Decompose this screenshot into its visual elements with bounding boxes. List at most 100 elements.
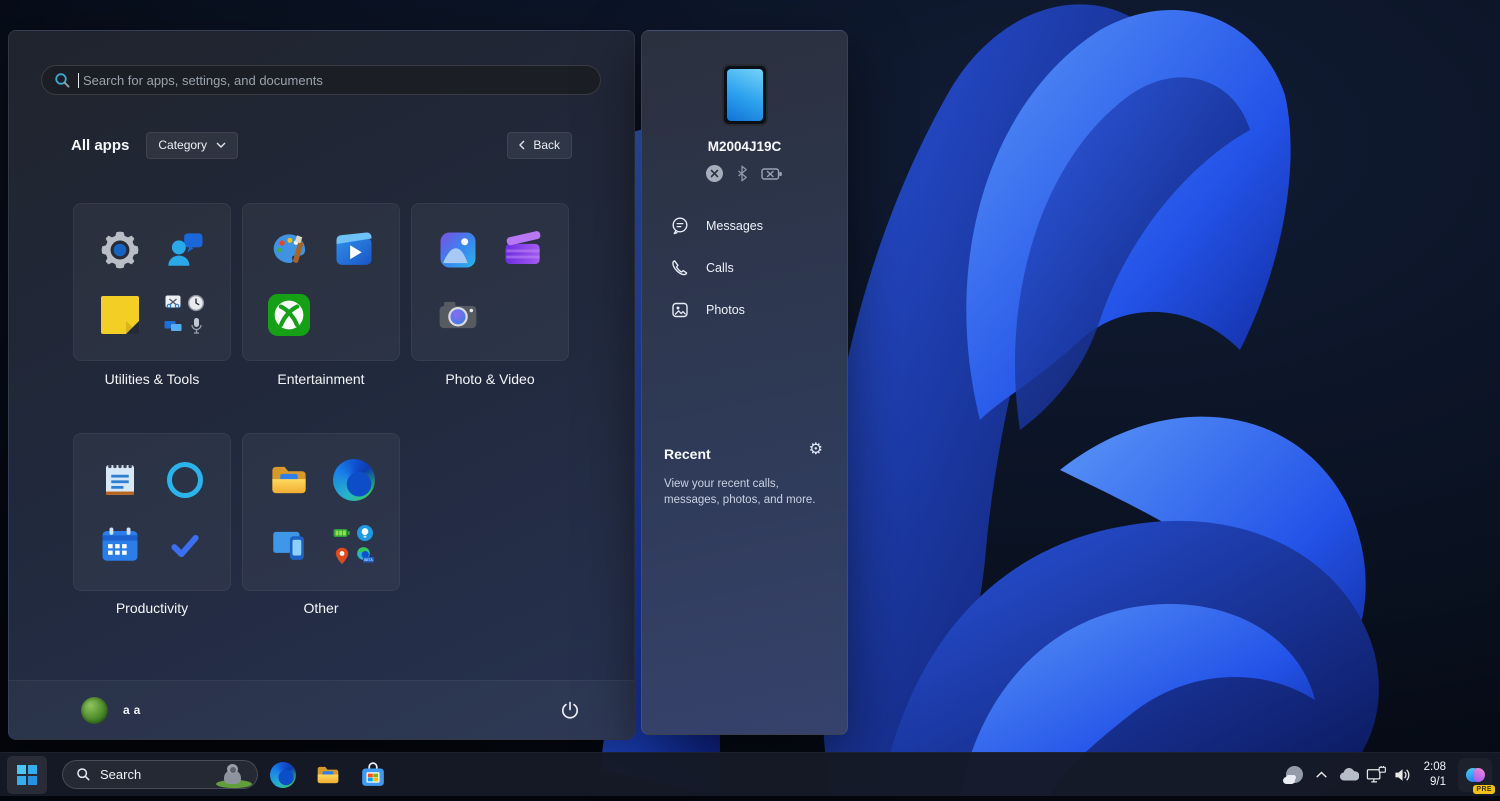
start-button[interactable] (7, 755, 47, 794)
network-display-icon (1366, 765, 1387, 782)
tile-icon-grid: BETA (267, 458, 376, 567)
messages-icon (672, 217, 688, 235)
recent-description: View your recent calls, messages, photos… (664, 478, 816, 506)
taskbar-clock[interactable]: 2:08 9/1 (1418, 760, 1454, 790)
microsoft-store-icon (362, 761, 384, 786)
taskbar-store-button[interactable] (353, 756, 393, 794)
user-name: a a (123, 703, 141, 717)
quick-assist-icon (164, 321, 182, 331)
recent-settings-gear-icon[interactable]: ⚙ (809, 442, 823, 458)
copilot-button[interactable]: PRE (1458, 757, 1495, 794)
bing-daily-image-gorilla (214, 761, 254, 788)
svg-text:BETA: BETA (364, 558, 373, 562)
windows-logo-icon (17, 764, 37, 785)
chevron-up-icon (1316, 771, 1327, 778)
start-search-box[interactable] (41, 65, 601, 95)
category-tile-other[interactable]: BETA (242, 433, 400, 591)
phone-menu-messages[interactable]: Messages (655, 206, 834, 246)
system-tray: 2:08 9/1 PRE (1280, 756, 1500, 794)
tips-bulb-icon (357, 525, 373, 541)
tile-icon-grid (98, 228, 207, 337)
power-icon (561, 701, 579, 719)
network-button[interactable] (1364, 756, 1390, 794)
settings-gear-icon (98, 228, 142, 272)
connection-off-icon (705, 165, 723, 182)
photos-outline-icon (672, 302, 688, 318)
phone-menu-calls[interactable]: Calls (655, 248, 834, 288)
cortana-icon (163, 458, 207, 502)
taskbar-left: Search (0, 755, 393, 794)
search-icon (55, 72, 70, 87)
category-label-photo-video: Photo & Video (445, 371, 535, 387)
category-label: Category (158, 138, 208, 152)
text-caret (78, 72, 79, 88)
device-name: M2004J19C (707, 139, 782, 154)
notepad-icon (98, 458, 142, 502)
speaker-icon (1395, 768, 1410, 781)
phone-preview (721, 64, 768, 126)
back-label: Back (533, 138, 560, 152)
recent-title: Recent (664, 446, 711, 462)
onedrive-button[interactable] (1334, 756, 1364, 794)
chevron-left-icon (519, 140, 525, 150)
media-player-icon (332, 228, 376, 272)
power-button[interactable] (552, 692, 588, 728)
photos-label: Photos (706, 303, 745, 317)
get-help-icon (163, 228, 207, 272)
start-search-input[interactable] (81, 71, 588, 89)
back-button[interactable]: Back (507, 131, 572, 159)
utilities-more-apps (163, 293, 207, 337)
category-tile-photo-video[interactable] (411, 203, 569, 361)
phone-link-icon (267, 523, 311, 567)
messages-label: Messages (706, 219, 763, 233)
paint-icon (267, 228, 311, 272)
user-avatar (81, 696, 108, 724)
todo-icon (163, 523, 207, 567)
taskbar-edge-button[interactable] (263, 756, 303, 794)
all-apps-header: All apps Category Back (71, 131, 572, 159)
category-label-utilities-tools: Utilities & Tools (104, 371, 200, 387)
empty-slot (501, 293, 545, 337)
battery-icon (333, 529, 350, 537)
voice-recorder-icon (191, 318, 202, 334)
phone-menu-photos[interactable]: Photos (655, 290, 834, 330)
category-tile-utilities-tools[interactable] (73, 203, 231, 361)
snipping-tool-icon (165, 295, 181, 309)
photos-icon (436, 228, 480, 272)
calendar-icon (98, 523, 142, 567)
category-label-entertainment: Entertainment (277, 371, 365, 387)
phone-link-panel: M2004J19C Messages Calls Photos Recent ⚙… (641, 30, 848, 735)
clipchamp-icon (501, 228, 545, 272)
copilot-icon (1465, 767, 1485, 782)
bluetooth-icon (737, 165, 747, 182)
tile-icon-grid (267, 228, 376, 337)
file-explorer-icon (267, 458, 311, 502)
search-icon (77, 768, 90, 781)
maps-pin-icon (335, 547, 349, 565)
category-tile-entertainment[interactable] (242, 203, 400, 361)
start-menu: All apps Category Back (8, 30, 635, 740)
clock-time: 2:08 (1423, 760, 1446, 773)
taskbar: Search 2:08 9/1 PRE (0, 752, 1500, 796)
category-dropdown-button[interactable]: Category (146, 131, 239, 159)
sticky-notes-icon (98, 293, 142, 337)
category-tile-productivity[interactable] (73, 433, 231, 591)
battery-unknown-icon (760, 167, 782, 180)
all-apps-title: All apps (71, 136, 130, 154)
empty-slot (332, 293, 376, 337)
camera-icon (436, 293, 480, 337)
hidden-icons-button[interactable] (1310, 756, 1334, 794)
user-account-button[interactable]: a a (71, 691, 151, 730)
clock-date: 9/1 (1430, 775, 1446, 788)
edge-beta-icon: BETA (357, 547, 374, 563)
taskbar-file-explorer-button[interactable] (308, 756, 348, 794)
tile-icon-grid (436, 228, 545, 337)
taskbar-search-label: Search (100, 767, 142, 782)
volume-button[interactable] (1390, 756, 1418, 794)
clock-icon (187, 294, 205, 312)
chevron-down-icon (216, 142, 226, 148)
edge-icon (332, 458, 376, 502)
category-label-productivity: Productivity (115, 600, 189, 616)
widgets-weather-button[interactable] (1280, 756, 1310, 794)
taskbar-search-box[interactable]: Search (62, 760, 258, 789)
